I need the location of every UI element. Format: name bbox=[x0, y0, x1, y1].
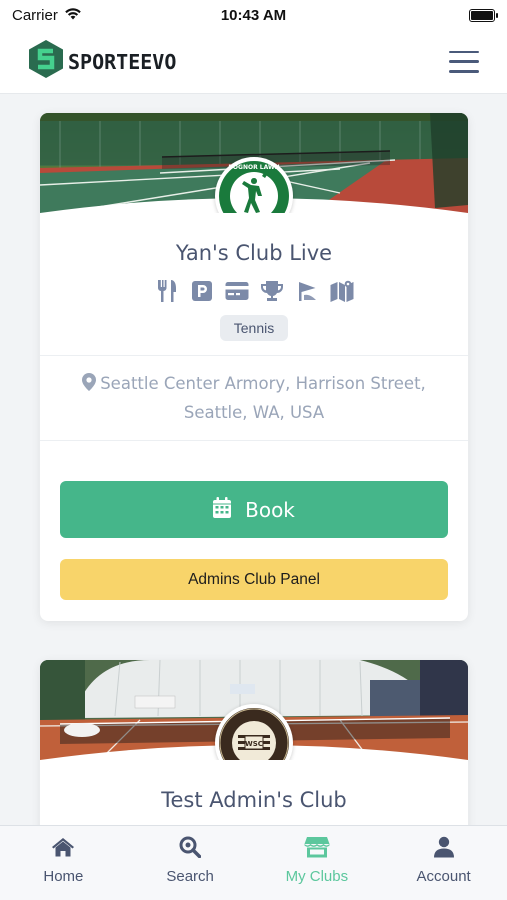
home-icon bbox=[50, 834, 76, 860]
club-logo: BOGNOR LAWN bbox=[215, 157, 293, 213]
book-button[interactable]: Book bbox=[60, 481, 448, 538]
club-card: BOGNOR LAWN Yan's Club Live Tennis Seatt… bbox=[40, 113, 468, 621]
tab-label: Search bbox=[166, 868, 214, 885]
trophy-icon bbox=[260, 279, 284, 303]
logo-text-top: BOGNOR LAWN bbox=[228, 164, 279, 171]
tab-account[interactable]: Account bbox=[394, 834, 494, 885]
logo-text: SPORTEEVO bbox=[68, 49, 177, 74]
clubs-list[interactable]: BOGNOR LAWN Yan's Club Live Tennis Seatt… bbox=[0, 95, 507, 825]
card-payment-icon bbox=[225, 279, 249, 303]
search-icon bbox=[177, 834, 203, 860]
book-label: Book bbox=[245, 497, 295, 522]
app-header: SPORTEEVO bbox=[0, 30, 507, 94]
sport-tag-wrap: Tennis bbox=[40, 315, 468, 341]
store-icon bbox=[304, 834, 330, 860]
user-icon bbox=[431, 834, 457, 860]
club-name[interactable]: Yan's Club Live bbox=[40, 241, 468, 265]
sport-tag: Tennis bbox=[219, 315, 289, 341]
map-icon bbox=[330, 279, 354, 303]
hamburger-icon[interactable] bbox=[449, 50, 479, 73]
status-time: 10:43 AM bbox=[220, 6, 287, 24]
tab-label: My Clubs bbox=[285, 868, 349, 885]
club-name[interactable]: Test Admin's Club bbox=[40, 788, 468, 812]
status-bar: Carrier 10:43 AM bbox=[0, 0, 507, 30]
address-text: Seattle Center Armory, Harrison Street, … bbox=[100, 374, 426, 422]
club-banner-image: BOGNOR LAWN bbox=[40, 113, 468, 213]
parking-icon bbox=[190, 279, 214, 303]
golf-flag-icon bbox=[295, 279, 319, 303]
restaurant-icon bbox=[155, 279, 179, 303]
amenities-list bbox=[40, 279, 468, 303]
divider bbox=[40, 440, 468, 441]
club-logo: WSC bbox=[215, 704, 293, 760]
calendar-icon bbox=[213, 496, 232, 523]
tab-bar: Home Search My Clubs Account bbox=[0, 825, 507, 900]
tab-label: Account bbox=[416, 868, 471, 885]
tab-my-clubs[interactable]: My Clubs bbox=[267, 834, 367, 885]
club-banner-image: WSC bbox=[40, 660, 468, 760]
logo-text-side: WSC bbox=[245, 740, 263, 748]
logo-mark-icon bbox=[26, 39, 66, 84]
admin-club-panel-button[interactable]: Admins Club Panel bbox=[60, 559, 448, 600]
map-pin-icon bbox=[82, 372, 97, 399]
sporteevo-logo[interactable]: SPORTEEVO bbox=[26, 39, 176, 84]
club-address[interactable]: Seattle Center Armory, Harrison Street, … bbox=[40, 356, 468, 440]
admin-label: Admins Club Panel bbox=[188, 570, 320, 588]
club-card: WSC Test Admin's Club bbox=[40, 660, 468, 825]
tab-search[interactable]: Search bbox=[140, 834, 240, 885]
tab-home[interactable]: Home bbox=[13, 834, 113, 885]
tab-label: Home bbox=[43, 868, 84, 885]
battery-icon bbox=[469, 8, 498, 22]
